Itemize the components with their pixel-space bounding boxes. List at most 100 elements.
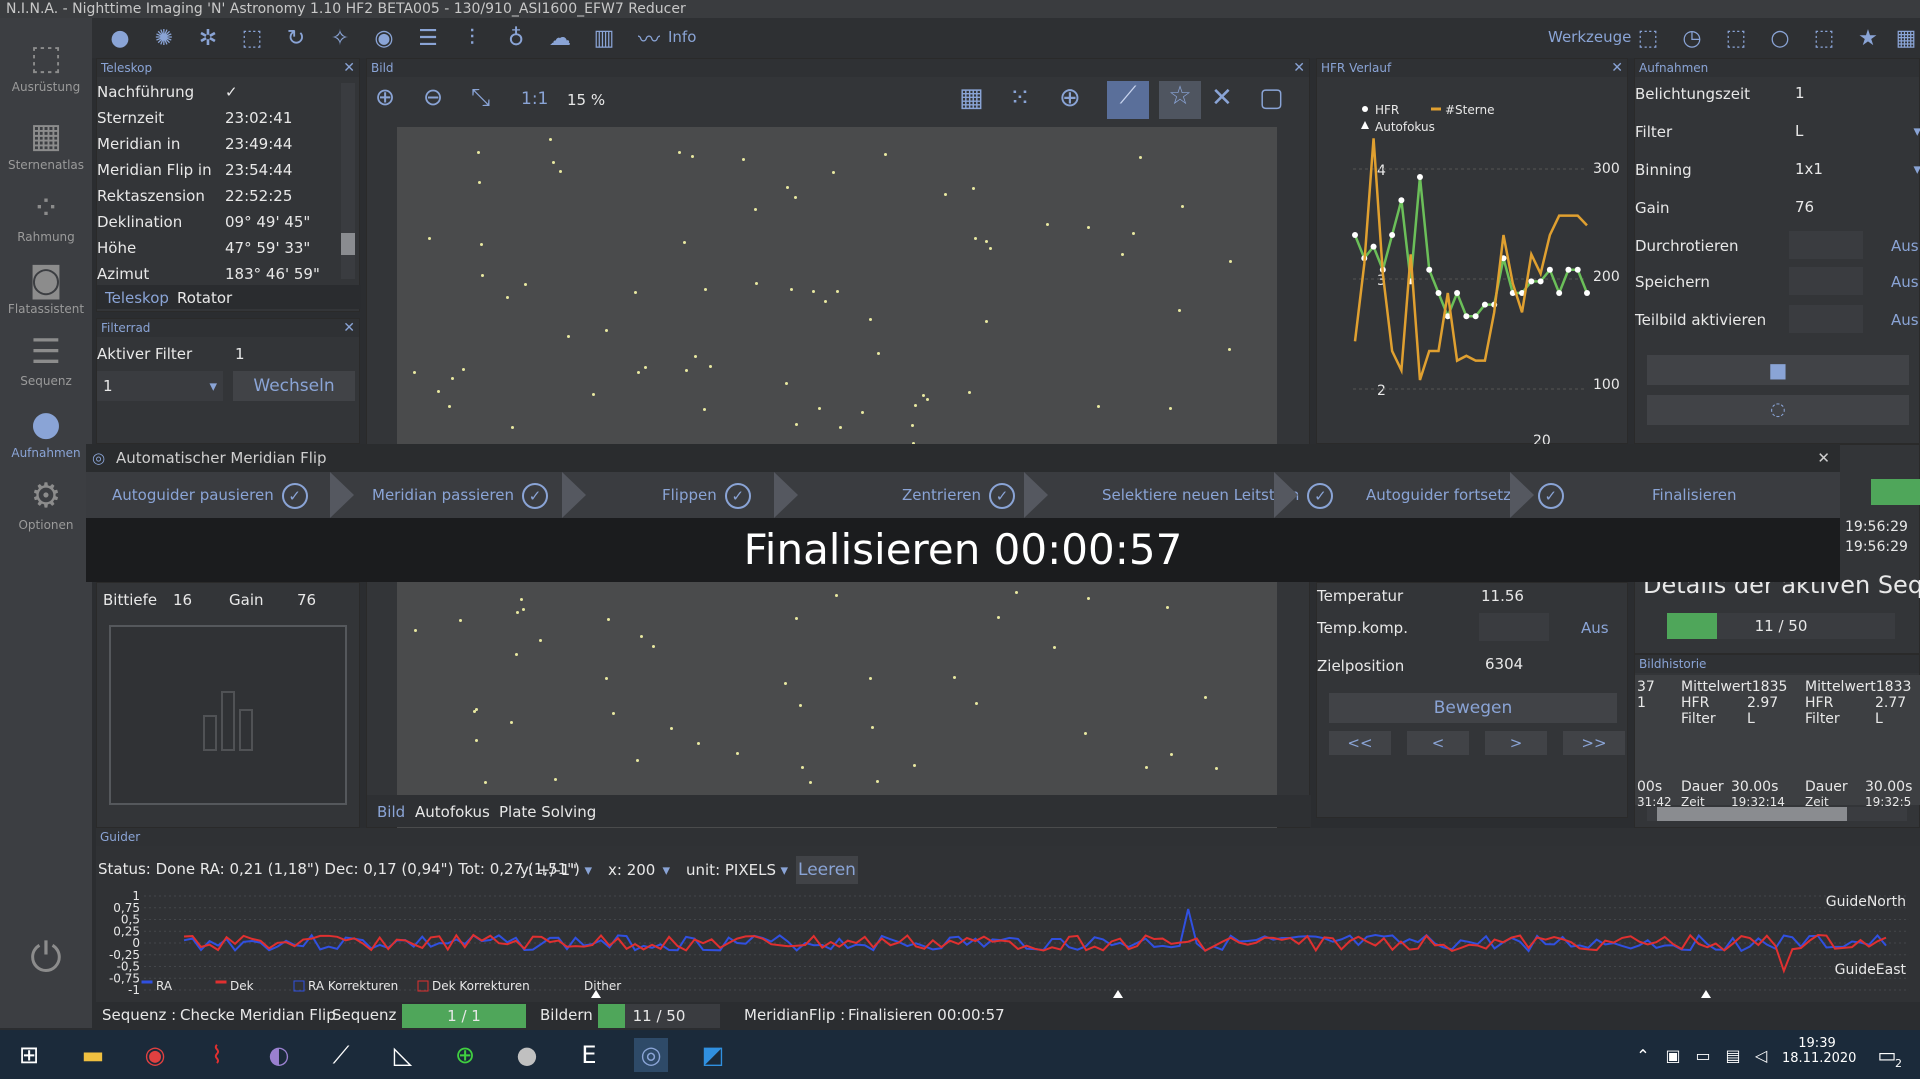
grid-toolbar-icon[interactable]: ▦ (1892, 24, 1920, 52)
close-icon[interactable]: ✕ (343, 319, 355, 337)
grid-icon[interactable]: ▦ (959, 83, 984, 113)
history-scrollbar[interactable] (1647, 807, 1907, 821)
sliders-icon[interactable]: ⫶ (458, 24, 486, 52)
star-toolbar-icon[interactable]: ★ (1854, 24, 1882, 52)
capture-input[interactable]: 76 (1789, 193, 1920, 221)
target-app-icon[interactable]: ⊕ (448, 1038, 482, 1072)
volume-icon[interactable]: ◁ (1744, 1038, 1778, 1072)
camera-toolbar-icon[interactable]: ● (106, 24, 134, 52)
nav-imaging[interactable]: ● Aufnahmen (0, 402, 92, 460)
tool-icon-3[interactable]: ⬚ (1722, 24, 1750, 52)
tab-rotator[interactable]: Rotator (177, 289, 232, 307)
telescope-app-icon[interactable]: ⟋ (324, 1038, 358, 1072)
zoom-in-icon[interactable]: ⊕ (375, 83, 395, 111)
step-far-right-button[interactable]: >> (1563, 731, 1625, 755)
clock[interactable]: 19:39 18.11.2020 (1782, 1036, 1856, 1066)
tab-image[interactable]: Bild (377, 803, 405, 821)
bulb-icon[interactable]: ♁ (502, 24, 530, 52)
stars-detect-icon[interactable]: ⁙ (1009, 83, 1031, 113)
filterwheel-icon[interactable]: ✲ (194, 24, 222, 52)
graph-icon[interactable]: 〰 (634, 24, 664, 53)
tab-autofocus[interactable]: Autofokus (415, 803, 490, 821)
capture-toggle[interactable]: Aus (1891, 273, 1919, 291)
globe-icon[interactable]: ● (510, 1038, 544, 1072)
tempcomp-toggle-track[interactable] (1479, 613, 1549, 641)
clear-button[interactable]: Leeren (796, 856, 858, 884)
info-tab[interactable]: Info (668, 28, 696, 46)
tray-icon-1[interactable]: ▣ (1656, 1038, 1690, 1072)
nav-flat[interactable]: ◙ Flatassistent (0, 258, 92, 316)
capture-toggle[interactable]: Aus (1891, 311, 1919, 329)
stellarium-icon[interactable]: ◐ (262, 1038, 296, 1072)
close-icon[interactable]: ✕ (343, 59, 355, 77)
tempcomp-toggle[interactable]: Aus (1581, 619, 1609, 637)
target-position-input[interactable]: 6304 (1485, 655, 1523, 673)
zoom-out-icon[interactable]: ⊖ (423, 83, 443, 111)
nav-skyatlas[interactable]: ▦ Sternenatlas (0, 114, 92, 172)
power-button[interactable]: ⏻ (0, 936, 92, 980)
nina-taskbar-icon[interactable]: ◎ (634, 1038, 668, 1072)
chevron-up-icon[interactable]: ⌃ (1626, 1038, 1660, 1072)
ekos-icon[interactable]: Ε (572, 1038, 606, 1072)
sequence-list-icon[interactable]: ☰ (414, 24, 442, 52)
change-filter-button[interactable]: Wechseln (233, 371, 355, 401)
tool-icon-1[interactable]: ⬚ (1634, 24, 1662, 52)
target-icon[interactable]: ◉ (370, 24, 398, 52)
close-icon[interactable]: ✕ (1293, 59, 1305, 77)
app-icon-blue[interactable]: ◩ (696, 1038, 730, 1072)
chrome-icon[interactable]: ◉ (138, 1038, 172, 1072)
battery-icon[interactable]: ▭ (1686, 1038, 1720, 1072)
loop-button[interactable]: ◌ (1647, 395, 1909, 425)
framing-tool-icon[interactable]: ⬚ (238, 24, 266, 52)
tool-icon-4[interactable]: ○ (1766, 24, 1794, 52)
capture-input[interactable]: 1x1 ▾ (1789, 155, 1920, 183)
telescope-toolbar-icon[interactable]: ✧ (326, 24, 354, 52)
chart-icon[interactable]: ▥ (590, 24, 618, 52)
fit-icon[interactable]: ⤡ (471, 83, 490, 111)
star-icon[interactable]: ☆ (1159, 81, 1201, 119)
nav-sequence[interactable]: ☰ Sequenz (0, 330, 92, 388)
step-far-left-button[interactable]: << (1329, 731, 1391, 755)
close-icon[interactable]: ✕ (1611, 59, 1623, 77)
stretch-icon[interactable]: ⟋ (1107, 81, 1149, 119)
y-scale-select[interactable]: y: +/-1" ▾ (514, 858, 594, 882)
filter-icon[interactable]: ✺ (150, 24, 178, 52)
windows-start-icon[interactable]: ⊞ (12, 1038, 46, 1072)
crosshair-icon[interactable]: ⊕ (1059, 83, 1081, 113)
capture-input[interactable]: L ▾ (1789, 117, 1920, 145)
history-thumbnails[interactable]: 37 1 Mittelwert1835 HFR 2.97 Filter L 00… (1635, 675, 1920, 809)
step-right-button[interactable]: > (1485, 731, 1547, 755)
rotate-icon[interactable]: ↻ (282, 24, 310, 52)
nav-options[interactable]: ⚙ Optionen (0, 474, 92, 532)
move-button[interactable]: Bewegen (1329, 693, 1617, 723)
star-marker (612, 711, 616, 715)
filter-select[interactable]: 1 ▾ (97, 371, 223, 401)
cloud-icon[interactable]: ☁ (546, 24, 574, 52)
zoom-1to1-button[interactable]: 1:1 (521, 89, 548, 109)
toggle-track[interactable] (1789, 231, 1863, 259)
history-icon[interactable]: ◷ (1678, 24, 1706, 52)
bahtinov-icon[interactable]: ✕ (1211, 83, 1233, 113)
capture-input[interactable]: 1 (1789, 79, 1920, 107)
telescope-row-value: 22:52:25 (225, 187, 293, 205)
close-icon[interactable]: ✕ (1817, 444, 1830, 472)
nav-framing[interactable]: ⁘ Rahmung (0, 186, 92, 244)
notification-icon[interactable]: ▭ 2 (1870, 1038, 1904, 1072)
app-icon-red[interactable]: ⌇ (200, 1038, 234, 1072)
tab-platesolving[interactable]: Plate Solving (499, 803, 596, 821)
phd-icon[interactable]: ◺ (386, 1038, 420, 1072)
scrollbar[interactable] (341, 83, 355, 279)
x-scale-select[interactable]: x: 200 ▾ (602, 858, 672, 882)
nav-equipment[interactable]: ⬚ Ausrüstung (0, 36, 92, 94)
file-explorer-icon[interactable]: ▬ (76, 1038, 110, 1072)
tab-telescope[interactable]: Teleskop (105, 289, 169, 307)
toggle-track[interactable] (1789, 305, 1863, 333)
unit-select[interactable]: unit: PIXELS ▾ (680, 858, 790, 882)
hfr-chart: 4 3 2 300 200 100 20 HFR #Sterne Autofok… (1352, 103, 1620, 445)
start-capture-button[interactable]: ■ (1647, 355, 1909, 385)
toggle-track[interactable] (1789, 267, 1863, 295)
fullscreen-icon[interactable]: ▢ (1259, 83, 1284, 113)
capture-toggle[interactable]: Aus (1891, 237, 1919, 255)
af-icon[interactable]: ⬚ (1810, 24, 1838, 52)
step-left-button[interactable]: < (1407, 731, 1469, 755)
